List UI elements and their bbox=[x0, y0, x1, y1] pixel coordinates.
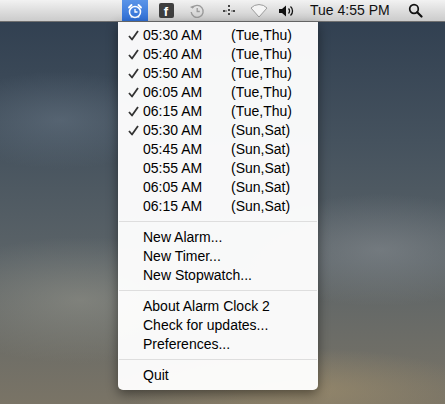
time-machine-icon[interactable] bbox=[188, 0, 206, 21]
alarm-time: 06:15 AM bbox=[143, 102, 231, 121]
alarm-item[interactable]: 06:05 AM(Tue,Thu) bbox=[118, 83, 318, 102]
alarm-item[interactable]: 05:40 AM(Tue,Thu) bbox=[118, 45, 318, 64]
menu-separator bbox=[119, 221, 317, 222]
search-icon[interactable] bbox=[408, 0, 424, 21]
alarm-time: 06:05 AM bbox=[143, 83, 231, 102]
menu-separator bbox=[119, 290, 317, 291]
alarm-item[interactable]: 06:15 AM(Sun,Sat) bbox=[118, 197, 318, 216]
network-icon[interactable] bbox=[220, 0, 238, 21]
menu-item-label: New Stopwatch... bbox=[143, 266, 318, 285]
alarm-days: (Sun,Sat) bbox=[231, 121, 318, 140]
alarm-item[interactable]: 06:15 AM(Tue,Thu) bbox=[118, 102, 318, 121]
alarm-item[interactable]: 05:50 AM(Tue,Thu) bbox=[118, 64, 318, 83]
check-mark-icon bbox=[128, 87, 143, 98]
menu-item-label: New Alarm... bbox=[143, 228, 318, 247]
alarm-item[interactable]: 05:45 AM(Sun,Sat) bbox=[118, 140, 318, 159]
alarm-item[interactable]: 05:30 AM(Tue,Thu) bbox=[118, 26, 318, 45]
check-mark-icon bbox=[128, 68, 143, 79]
alarm-time: 05:30 AM bbox=[143, 121, 231, 140]
alarm-item[interactable]: 05:55 AM(Sun,Sat) bbox=[118, 159, 318, 178]
alarm-time: 05:55 AM bbox=[143, 159, 231, 178]
alarm-time: 05:30 AM bbox=[143, 26, 231, 45]
alarm-days: (Tue,Thu) bbox=[231, 45, 318, 64]
check-mark-icon bbox=[128, 125, 143, 136]
menu-item-label: Check for updates... bbox=[143, 316, 318, 335]
menu-item-label: Preferences... bbox=[143, 335, 318, 354]
alarm-days: (Tue,Thu) bbox=[231, 83, 318, 102]
menu-item-label: About Alarm Clock 2 bbox=[143, 297, 318, 316]
alarm-days: (Sun,Sat) bbox=[231, 178, 318, 197]
wifi-icon[interactable] bbox=[250, 0, 268, 21]
clock-text: Tue 4:55 PM bbox=[308, 0, 392, 21]
menu-item[interactable]: New Alarm... bbox=[118, 228, 318, 247]
menu-item[interactable]: New Timer... bbox=[118, 247, 318, 266]
alarm-time: 05:50 AM bbox=[143, 64, 231, 83]
check-mark-icon bbox=[128, 106, 143, 117]
alarm-days: (Sun,Sat) bbox=[231, 197, 318, 216]
facebook-icon[interactable]: f bbox=[158, 0, 174, 21]
menu-item[interactable]: About Alarm Clock 2 bbox=[118, 297, 318, 316]
alarm-clock-icon[interactable] bbox=[122, 0, 148, 21]
alarm-time: 05:45 AM bbox=[143, 140, 231, 159]
volume-icon[interactable] bbox=[278, 0, 296, 21]
menu-bar: f Tue 4:55 PM bbox=[0, 0, 445, 22]
menu-separator bbox=[119, 359, 317, 360]
clock-item[interactable]: Tue 4:55 PM bbox=[308, 0, 392, 21]
alarm-item[interactable]: 05:30 AM(Sun,Sat) bbox=[118, 121, 318, 140]
menu-item[interactable]: Quit bbox=[118, 366, 318, 385]
alarm-days: (Tue,Thu) bbox=[231, 64, 318, 83]
menu-item[interactable]: New Stopwatch... bbox=[118, 266, 318, 285]
alarm-days: (Tue,Thu) bbox=[231, 26, 318, 45]
facebook-letter: f bbox=[159, 3, 174, 18]
menu-item-label: New Timer... bbox=[143, 247, 318, 266]
alarm-days: (Sun,Sat) bbox=[231, 159, 318, 178]
alarm-item[interactable]: 06:05 AM(Sun,Sat) bbox=[118, 178, 318, 197]
alarm-time: 05:40 AM bbox=[143, 45, 231, 64]
menu-item-label: Quit bbox=[143, 366, 318, 385]
alarm-menu: 05:30 AM(Tue,Thu)05:40 AM(Tue,Thu)05:50 … bbox=[118, 22, 318, 390]
menu-item[interactable]: Check for updates... bbox=[118, 316, 318, 335]
alarm-days: (Tue,Thu) bbox=[231, 102, 318, 121]
alarm-time: 06:15 AM bbox=[143, 197, 231, 216]
menu-item[interactable]: Preferences... bbox=[118, 335, 318, 354]
check-mark-icon bbox=[128, 49, 143, 60]
check-mark-icon bbox=[128, 30, 143, 41]
alarm-days: (Sun,Sat) bbox=[231, 140, 318, 159]
alarm-time: 06:05 AM bbox=[143, 178, 231, 197]
